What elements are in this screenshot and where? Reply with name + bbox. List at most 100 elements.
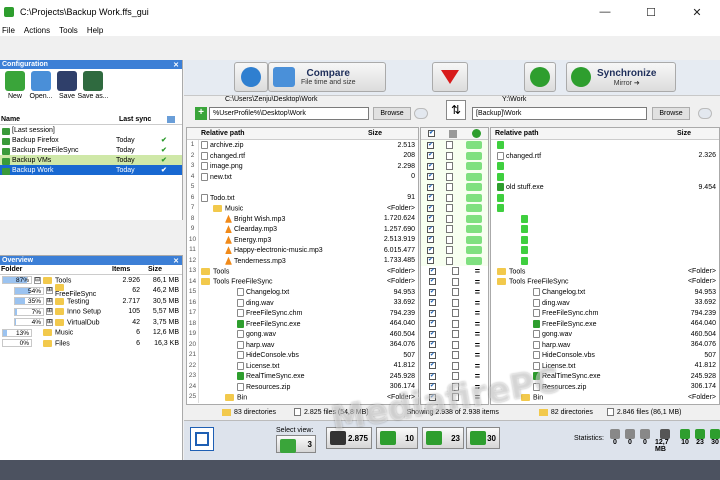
column-last-sync[interactable]: Last sync [119, 116, 167, 123]
table-row[interactable] [491, 203, 719, 214]
table-row[interactable]: Tools <Folder> [491, 266, 719, 277]
table-row[interactable]: HideConsole.vbs 507 [491, 350, 719, 361]
column-items[interactable]: Items [112, 266, 148, 273]
table-row[interactable]: 4 new.txt 0 [187, 171, 418, 182]
table-row[interactable]: 7 Music <Folder> [187, 203, 418, 214]
left-column-size[interactable]: Size [368, 130, 418, 137]
right-browse-button[interactable]: Browse [652, 107, 690, 120]
right-column-size[interactable]: Size [677, 130, 719, 137]
copy-right-icon[interactable] [465, 235, 482, 244]
table-row[interactable]: 9 Clearday.mp3 1.257.690 [187, 224, 418, 235]
include-checkbox[interactable]: ✔ [428, 288, 436, 296]
sync-settings-button[interactable] [524, 62, 556, 92]
expand-icon[interactable]: ⊞ [46, 318, 53, 326]
table-row[interactable] [491, 172, 719, 183]
table-row[interactable]: 18 FreeFileSync.exe 464.040 [187, 318, 418, 329]
include-checkbox[interactable]: ✔ [428, 341, 436, 349]
include-checkbox[interactable]: ✔ [427, 225, 435, 233]
menu-actions[interactable]: Actions [24, 26, 50, 35]
table-row[interactable] [491, 256, 719, 267]
table-row[interactable]: FreeFileSync.exe 464.040 [491, 319, 719, 330]
overview-row[interactable]: 13% Music 6 12,6 MB [0, 328, 182, 339]
config-tool-2[interactable]: Save [56, 71, 78, 100]
config-item[interactable]: [Last session] [0, 125, 182, 135]
include-checkbox[interactable]: ✔ [427, 183, 435, 191]
copy-right-icon[interactable] [465, 225, 482, 234]
overview-row[interactable]: 7% ⊞ Inno Setup 105 5,57 MB [0, 307, 182, 318]
expand-icon[interactable]: ⊞ [46, 308, 53, 316]
left-browse-button[interactable]: Browse [373, 107, 411, 120]
select-all-checkbox[interactable]: ✔ [428, 130, 436, 137]
include-checkbox[interactable]: ✔ [427, 141, 435, 149]
include-checkbox[interactable]: ✔ [427, 257, 435, 265]
table-row[interactable] [491, 193, 719, 204]
copy-right-icon[interactable] [465, 183, 482, 192]
column-size[interactable]: Size [148, 266, 178, 273]
config-tool-3[interactable]: Save as... [77, 71, 109, 100]
table-row[interactable]: gong.wav 460.504 [491, 329, 719, 340]
table-row[interactable]: 11 Happy-electronic-music.mp3 6.015.477 [187, 245, 418, 256]
include-checkbox[interactable]: ✔ [428, 330, 436, 338]
table-row[interactable]: 2 changed.rtf 208 [187, 150, 418, 161]
copy-right-icon[interactable] [465, 162, 482, 171]
include-checkbox[interactable]: ✔ [427, 152, 435, 160]
table-row[interactable] [491, 245, 719, 256]
compare-settings-button[interactable] [234, 62, 268, 92]
include-checkbox[interactable]: ✔ [428, 267, 436, 275]
table-row[interactable]: 12 Tenderness.mp3 1.733.485 [187, 255, 418, 266]
overview-row[interactable]: 35% ⊞ Testing 2.717 30,5 MB [0, 296, 182, 307]
table-row[interactable]: harp.wav 364.076 [491, 340, 719, 351]
config-tool-0[interactable]: New [4, 71, 26, 100]
add-folder-pair-icon[interactable]: + [195, 107, 207, 120]
include-checkbox[interactable]: ✔ [428, 372, 436, 380]
table-row[interactable]: 22 License.txt 41.812 [187, 360, 418, 371]
table-row[interactable] [491, 224, 719, 235]
table-row[interactable]: 16 ding.wav 33.692 [187, 297, 418, 308]
include-checkbox[interactable]: ✔ [428, 320, 436, 328]
swap-sides-button[interactable]: ⇅ [446, 100, 466, 120]
table-row[interactable]: changed.rtf 2.326 [491, 151, 719, 162]
menu-tools[interactable]: Tools [59, 26, 78, 35]
table-row[interactable]: 8 Bright Wish.mp3 1.720.624 [187, 213, 418, 224]
config-item[interactable]: Backup Work Today ✔ [0, 165, 182, 175]
include-checkbox[interactable]: ✔ [427, 194, 435, 202]
left-path-input[interactable]: %UserProfile%\Desktop\Work [209, 107, 369, 120]
include-checkbox[interactable]: ✔ [428, 278, 436, 286]
table-row[interactable]: 17 FreeFileSync.chm 794.239 [187, 308, 418, 319]
menu-file[interactable]: File [2, 26, 15, 35]
cloud-icon[interactable] [698, 108, 712, 119]
table-row[interactable]: 1 archive.zip 2.513 [187, 140, 418, 151]
config-tool-1[interactable]: Open... [30, 71, 52, 100]
expand-icon[interactable]: ⊟ [34, 276, 41, 284]
cloud-icon[interactable] [414, 108, 428, 119]
include-checkbox[interactable]: ✔ [428, 309, 436, 317]
table-row[interactable] [491, 214, 719, 225]
table-row[interactable]: 3 image.png 2.298 [187, 161, 418, 172]
copy-right-icon[interactable] [465, 141, 482, 150]
left-column-relative-path[interactable]: Relative path [201, 130, 368, 137]
include-checkbox[interactable]: ✔ [428, 299, 436, 307]
include-checkbox[interactable]: ✔ [428, 362, 436, 370]
minimize-button[interactable]: — [582, 6, 628, 19]
table-row[interactable]: 5 [187, 182, 418, 193]
expand-icon[interactable] [34, 340, 41, 347]
copy-right-icon[interactable] [465, 193, 482, 202]
view-filter-button-0[interactable]: 3 [276, 435, 316, 453]
expand-icon[interactable] [34, 329, 41, 336]
include-checkbox[interactable]: ✔ [427, 236, 435, 244]
table-row[interactable]: 23 RealTimeSync.exe 245.928 [187, 371, 418, 382]
table-row[interactable]: ding.wav 33.692 [491, 298, 719, 309]
close-panel-icon[interactable]: ✕ [173, 61, 179, 69]
expand-icon[interactable]: ⊞ [46, 297, 53, 305]
maximize-button[interactable]: ☐ [628, 6, 674, 19]
include-checkbox[interactable]: ✔ [427, 246, 435, 254]
compare-button[interactable]: Compare File time and size [268, 62, 386, 92]
filter-button[interactable] [432, 62, 468, 92]
table-row[interactable] [491, 235, 719, 246]
column-options-icon[interactable] [167, 116, 175, 123]
overview-row[interactable]: 4% ⊞ VirtualDub 42 3,75 MB [0, 317, 182, 328]
close-overview-icon[interactable]: ✕ [173, 257, 179, 265]
table-row[interactable]: 15 Changelog.txt 94.953 [187, 287, 418, 298]
include-checkbox[interactable]: ✔ [427, 173, 435, 181]
include-checkbox[interactable]: ✔ [428, 351, 436, 359]
